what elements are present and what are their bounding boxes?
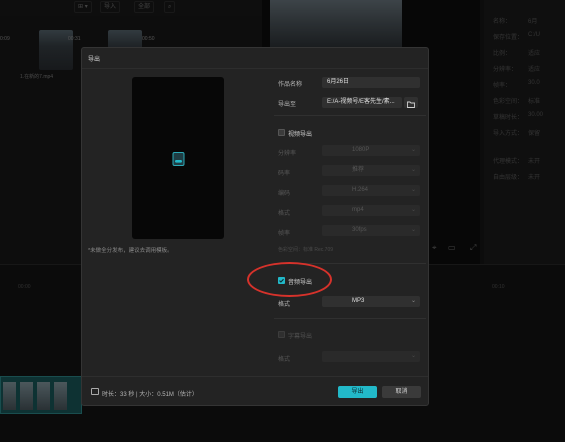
subtitle-format-select[interactable]: ⌄ bbox=[322, 351, 420, 362]
framerate-value: 30fps bbox=[352, 227, 367, 233]
dialog-title: 导出 bbox=[88, 57, 101, 63]
film-icon bbox=[91, 388, 99, 395]
bitrate-label: 码率 bbox=[278, 171, 291, 177]
subtitle-export-title: 字幕导出 bbox=[288, 334, 313, 340]
bitrate-value: 推荐 bbox=[352, 167, 365, 173]
chevron-down-icon: ⌄ bbox=[410, 207, 416, 213]
media-file-icon bbox=[172, 152, 185, 166]
divider bbox=[82, 68, 428, 69]
framerate-select[interactable]: 30fps ⌄ bbox=[322, 225, 420, 236]
export-path-input[interactable]: E:/A-视频号/E客先生/素... bbox=[322, 97, 402, 108]
work-name-input[interactable]: 6月26日 bbox=[322, 77, 420, 88]
highlight-circle bbox=[247, 262, 332, 297]
divider bbox=[82, 376, 428, 377]
framerate-label: 帧率 bbox=[278, 231, 291, 237]
divider bbox=[274, 318, 426, 319]
resolution-select[interactable]: 1080P ⌄ bbox=[322, 145, 420, 156]
color-space-info: 色彩空间：标准 Rec.709 bbox=[278, 247, 334, 253]
audio-format-label: 格式 bbox=[278, 302, 291, 308]
folder-button[interactable] bbox=[404, 97, 418, 108]
export-summary: 时长：33 秒 | 大小：0.51M（估计） bbox=[102, 392, 198, 398]
work-name-label: 作品名称 bbox=[278, 82, 303, 88]
codec-value: H.264 bbox=[352, 187, 369, 193]
resolution-label: 分辨率 bbox=[278, 151, 297, 157]
bitrate-select[interactable]: 推荐 ⌄ bbox=[322, 165, 420, 176]
subtitle-export-checkbox[interactable] bbox=[278, 331, 285, 338]
codec-label: 编码 bbox=[278, 191, 291, 197]
cover-preview[interactable] bbox=[132, 77, 224, 239]
video-export-checkbox[interactable] bbox=[278, 129, 285, 136]
codec-select[interactable]: H.264 ⌄ bbox=[322, 185, 420, 196]
video-format-label: 格式 bbox=[278, 211, 291, 217]
chevron-down-icon: ⌄ bbox=[410, 187, 416, 193]
chevron-down-icon: ⌄ bbox=[410, 227, 416, 233]
chevron-down-icon: ⌄ bbox=[410, 298, 416, 304]
audio-format-select[interactable]: MP3 ⌄ bbox=[322, 296, 420, 307]
divider bbox=[274, 115, 426, 116]
audio-format-value: MP3 bbox=[352, 298, 365, 304]
cancel-button[interactable]: 取消 bbox=[382, 386, 421, 398]
chevron-down-icon: ⌄ bbox=[410, 353, 416, 359]
export-path-label: 导出至 bbox=[278, 102, 297, 108]
cover-note: *未做全分发布，建议去调用模板。 bbox=[88, 248, 173, 254]
chevron-down-icon: ⌄ bbox=[410, 167, 416, 173]
export-dialog: 导出 *未做全分发布，建议去调用模板。 作品名称 6月26日 导出至 E:/A-… bbox=[81, 47, 429, 406]
chevron-down-icon: ⌄ bbox=[410, 147, 416, 153]
export-button[interactable]: 导出 bbox=[338, 386, 377, 398]
video-export-title: 视频导出 bbox=[288, 132, 313, 138]
video-format-value: mp4 bbox=[352, 207, 364, 213]
resolution-value: 1080P bbox=[352, 147, 370, 153]
folder-icon bbox=[407, 101, 415, 108]
video-format-select[interactable]: mp4 ⌄ bbox=[322, 205, 420, 216]
subtitle-format-label: 格式 bbox=[278, 357, 291, 363]
